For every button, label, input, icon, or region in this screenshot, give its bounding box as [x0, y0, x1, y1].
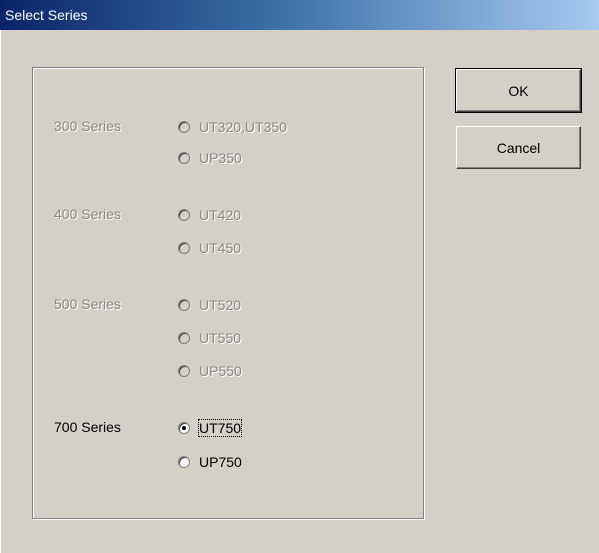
- radio-label: UT750: [197, 419, 243, 437]
- radio-up550[interactable]: UP550: [178, 361, 242, 381]
- radio-ut320-ut350[interactable]: UT320,UT350: [178, 117, 287, 137]
- radio-up750[interactable]: UP750: [178, 452, 242, 472]
- radio-label: UT520: [199, 297, 242, 313]
- radio-label: UT550: [199, 330, 242, 346]
- radio-label: UP550: [199, 363, 242, 379]
- radio-circle: [178, 332, 190, 344]
- radio-ut550[interactable]: UT550: [178, 328, 241, 348]
- radio-circle-checked: [178, 422, 190, 434]
- radio-label: UT420: [199, 207, 242, 223]
- ok-button[interactable]: OK: [455, 68, 582, 113]
- radio-circle: [178, 152, 190, 164]
- window-title: Select Series: [5, 7, 88, 23]
- radio-ut520[interactable]: UT520: [178, 295, 241, 315]
- radio-ut420[interactable]: UT420: [178, 205, 241, 225]
- radio-circle: [178, 209, 190, 221]
- radio-label: UP750: [199, 454, 242, 470]
- title-bar[interactable]: Select Series: [0, 0, 599, 30]
- radio-up350[interactable]: UP350: [178, 148, 242, 168]
- radio-label: UT320,UT350: [199, 119, 287, 135]
- radio-ut750[interactable]: UT750: [178, 418, 243, 438]
- series-label-700: 700 Series: [54, 419, 121, 435]
- cancel-button[interactable]: Cancel: [456, 126, 581, 169]
- series-label-400: 400 Series: [54, 206, 121, 222]
- series-label-500: 500 Series: [54, 296, 121, 312]
- series-label-300: 300 Series: [54, 118, 121, 134]
- radio-circle: [178, 242, 190, 254]
- radio-ut450[interactable]: UT450: [178, 238, 241, 258]
- radio-circle: [178, 299, 190, 311]
- radio-circle: [178, 365, 190, 377]
- radio-label: UP350: [199, 150, 242, 166]
- radio-circle: [178, 121, 190, 133]
- radio-circle: [178, 456, 190, 468]
- radio-label: UT450: [199, 240, 242, 256]
